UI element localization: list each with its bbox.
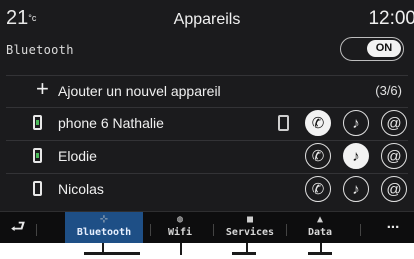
back-arrow-icon[interactable]: ⮐ xyxy=(0,212,36,243)
tab-divider xyxy=(286,224,287,236)
internet-icon[interactable]: @ xyxy=(381,110,407,136)
tab-label: Bluetooth xyxy=(76,227,132,238)
tab-divider xyxy=(360,224,361,236)
tab-divider xyxy=(150,224,151,236)
tab-label: Wifi xyxy=(167,227,193,238)
call-icon[interactable]: ✆ xyxy=(305,176,331,202)
callout-tick xyxy=(102,243,104,255)
divider xyxy=(6,75,408,76)
tab-wifi[interactable]: ◍ Wifi xyxy=(152,212,208,243)
connected-phone-icon xyxy=(33,115,42,130)
screen: 21°c Appareils 12:00 Bluetooth ON + Ajou… xyxy=(0,0,414,243)
plus-icon: + xyxy=(36,76,49,101)
divider xyxy=(6,173,408,174)
tab-data[interactable]: ▲ Data xyxy=(290,212,350,243)
toggle-on-label: ON xyxy=(367,40,401,57)
callout-tick xyxy=(246,243,248,255)
music-icon[interactable]: ♪ xyxy=(343,110,369,136)
music-icon[interactable]: ♪ xyxy=(343,143,369,169)
device-name: phone 6 Nathalie xyxy=(58,115,164,131)
bluetooth-label: Bluetooth xyxy=(6,43,74,57)
callout-leader-line xyxy=(232,252,256,255)
tab-services[interactable]: ■ Services xyxy=(220,212,280,243)
services-icon: ■ xyxy=(246,214,254,225)
music-icon[interactable]: ♪ xyxy=(343,176,369,202)
connected-phone-icon xyxy=(33,148,42,163)
device-count: (3/6) xyxy=(375,83,402,98)
add-device-row[interactable]: + Ajouter un nouvel appareil (3/6) xyxy=(0,75,414,107)
tab-divider xyxy=(213,224,214,236)
page-title: Appareils xyxy=(173,11,241,28)
bluetooth-icon: ⊹ xyxy=(99,214,109,225)
phone-badge-icon xyxy=(278,115,289,131)
device-row[interactable]: Nicolas ✆ ♪ @ xyxy=(0,173,414,205)
internet-icon[interactable]: @ xyxy=(381,143,407,169)
tab-bluetooth[interactable]: ⊹ Bluetooth xyxy=(65,212,143,243)
callout-tick xyxy=(180,243,182,255)
device-row[interactable]: phone 6 Nathalie ✆ ♪ @ xyxy=(0,107,414,139)
wifi-icon: ◍ xyxy=(176,214,184,225)
tab-divider xyxy=(36,224,37,236)
bottom-bar: ⮐ ⊹ Bluetooth ◍ Wifi ■ Services ▲ Data .… xyxy=(0,211,414,243)
callout-leader-line xyxy=(84,252,140,255)
data-icon: ▲ xyxy=(316,214,324,225)
tab-label: Services xyxy=(225,227,275,238)
clock: 12:00 xyxy=(368,8,414,29)
call-icon[interactable]: ✆ xyxy=(305,110,331,136)
device-row[interactable]: Elodie ✆ ♪ @ xyxy=(0,140,414,172)
callout-tick xyxy=(320,243,322,255)
call-icon[interactable]: ✆ xyxy=(305,143,331,169)
phone-icon xyxy=(33,181,42,196)
divider xyxy=(6,140,408,141)
divider xyxy=(6,107,408,108)
device-name: Nicolas xyxy=(58,181,104,197)
bluetooth-toggle[interactable]: ON xyxy=(340,37,404,61)
device-name: Elodie xyxy=(58,148,97,164)
more-menu-button[interactable]: ... xyxy=(372,212,414,243)
tab-label: Data xyxy=(307,227,333,238)
add-device-label: Ajouter un nouvel appareil xyxy=(58,83,221,99)
internet-icon[interactable]: @ xyxy=(381,176,407,202)
